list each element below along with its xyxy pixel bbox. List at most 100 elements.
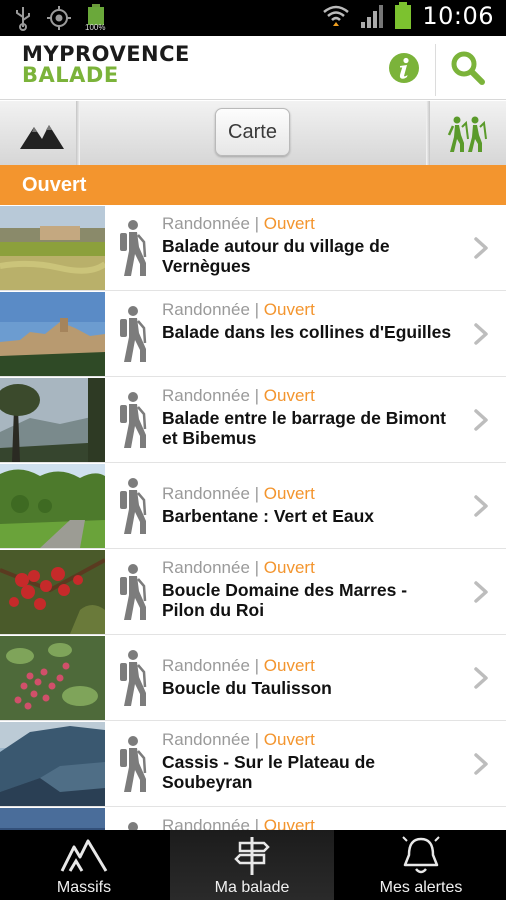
list-item[interactable]: Randonnée | Ouvert Cassis - Sur le Plate… bbox=[0, 721, 506, 807]
list-item-text: Randonnée | Ouvert Balade autour du vill… bbox=[162, 213, 452, 276]
hiker-icon bbox=[120, 564, 147, 620]
list-item-category: Randonnée | Ouvert bbox=[162, 558, 315, 577]
category-label: Randonnée bbox=[162, 656, 250, 675]
list-item-category: Randonnée | Ouvert bbox=[162, 815, 452, 830]
chevron-right-icon bbox=[474, 667, 488, 689]
status-bar: 100% 10:06 bbox=[0, 0, 506, 36]
chevron-right-icon bbox=[474, 753, 488, 775]
status-icons-right: 10:06 bbox=[322, 2, 494, 30]
app-header: MYPROVENCE BALADE bbox=[0, 36, 506, 100]
hiker-icon bbox=[120, 736, 147, 792]
status-label: Ouvert bbox=[263, 484, 315, 503]
chevron-right-icon bbox=[474, 581, 488, 603]
status-label: Ouvert bbox=[263, 214, 315, 233]
list-item-text: Randonnée | Ouvert Boucle Domaine des Ma… bbox=[162, 557, 452, 620]
list-item[interactable]: Randonnée | Ouvert Barbentane : Vert et … bbox=[0, 463, 506, 549]
wifi-icon bbox=[323, 5, 350, 26]
toolbar-divider-left bbox=[76, 101, 80, 165]
toolbar: Carte bbox=[0, 101, 506, 165]
battery-small-label: 100% bbox=[85, 23, 106, 32]
status-label: Ouvert bbox=[263, 730, 315, 749]
logo-line2: BALADE bbox=[22, 63, 119, 87]
list-item-title: Balade dans les collines d'Eguilles bbox=[162, 322, 452, 342]
list-item-text: Randonnée | Ouvert bbox=[162, 815, 452, 830]
battery-small-icon: 100% bbox=[85, 4, 108, 32]
map-button[interactable]: Carte bbox=[215, 108, 290, 156]
walk-thumbnail bbox=[0, 378, 105, 462]
category-label: Randonnée bbox=[162, 386, 250, 405]
list-item-text: Randonnée | Ouvert Barbentane : Vert et … bbox=[162, 483, 452, 526]
list-item[interactable]: Randonnée | Ouvert Boucle du Taulisson bbox=[0, 635, 506, 721]
list-item-title: Barbentane : Vert et Eaux bbox=[162, 506, 375, 526]
list-item[interactable]: Randonnée | Ouvert Balade entre le barra… bbox=[0, 377, 506, 463]
list-item[interactable]: Randonnée | Ouvert Balade autour du vill… bbox=[0, 205, 506, 291]
walk-thumbnail bbox=[0, 206, 105, 290]
list-item-text: Randonnée | Ouvert Boucle du Taulisson bbox=[162, 655, 452, 698]
toolbar-divider-right bbox=[426, 101, 430, 165]
hiker-icon bbox=[128, 822, 138, 830]
list-item[interactable]: Randonnée | Ouvert bbox=[0, 807, 506, 830]
category-label: Randonnée bbox=[162, 816, 250, 830]
tab-label: Ma balade bbox=[214, 879, 290, 896]
walk-thumbnail bbox=[0, 550, 105, 634]
app-logo: MYPROVENCE BALADE bbox=[22, 44, 190, 86]
list-item-title: Cassis - Sur le Plateau de Soubeyran bbox=[162, 752, 376, 792]
clock: 10:06 bbox=[422, 2, 494, 30]
chevron-right-icon bbox=[474, 409, 488, 431]
list-item-category: Randonnée | Ouvert bbox=[162, 300, 315, 319]
bell-icon bbox=[402, 836, 440, 874]
list-item-title: Balade autour du village de Vernègues bbox=[162, 236, 390, 276]
list-item[interactable]: Randonnée | Ouvert Balade dans les colli… bbox=[0, 291, 506, 377]
walks-list: Randonnée | Ouvert Balade autour du vill… bbox=[0, 205, 506, 830]
hiker-icon bbox=[120, 478, 147, 534]
category-label: Randonnée bbox=[162, 484, 250, 503]
battery-icon bbox=[395, 2, 412, 29]
bottom-nav: Massifs Ma balade Mes alertes bbox=[0, 830, 506, 900]
tab-label: Mes alertes bbox=[379, 879, 463, 896]
list-item-title: Boucle Domaine des Marres - Pilon du Roi bbox=[162, 580, 408, 620]
search-button[interactable] bbox=[450, 50, 486, 86]
tab-mes-alertes[interactable]: Mes alertes bbox=[336, 830, 506, 900]
list-item-text: Randonnée | Ouvert Balade entre le barra… bbox=[162, 385, 452, 448]
hiker-icon bbox=[120, 220, 147, 276]
list-item-category: Randonnée | Ouvert bbox=[162, 386, 315, 405]
walk-thumbnail bbox=[0, 292, 105, 376]
signpost-icon bbox=[234, 837, 270, 875]
signal-icon bbox=[361, 5, 384, 28]
gps-icon bbox=[47, 6, 71, 30]
walk-thumbnail bbox=[0, 636, 105, 720]
header-divider bbox=[435, 44, 436, 96]
status-label: Ouvert bbox=[263, 300, 315, 319]
massifs-icon bbox=[60, 839, 108, 872]
walk-thumbnail bbox=[0, 808, 105, 830]
info-button[interactable] bbox=[388, 52, 420, 84]
chevron-right-icon bbox=[474, 323, 488, 345]
category-label: Randonnée bbox=[162, 214, 250, 233]
list-item-category: Randonnée | Ouvert bbox=[162, 656, 315, 675]
list-item-text: Randonnée | Ouvert Cassis - Sur le Plate… bbox=[162, 729, 452, 792]
tab-ma-balade[interactable]: Ma balade bbox=[170, 830, 334, 900]
list-item-category: Randonnée | Ouvert bbox=[162, 214, 315, 233]
list-item-title: Balade entre le barrage de Bimont et Bib… bbox=[162, 408, 446, 448]
walk-thumbnail bbox=[0, 464, 105, 548]
hiker-icon bbox=[120, 650, 147, 706]
hikers-button[interactable] bbox=[444, 115, 488, 153]
category-label: Randonnée bbox=[162, 558, 250, 577]
status-label: Ouvert bbox=[263, 816, 315, 830]
tab-massifs[interactable]: Massifs bbox=[0, 830, 168, 900]
list-item-title: Boucle du Taulisson bbox=[162, 678, 332, 698]
list-item-text: Randonnée | Ouvert Balade dans les colli… bbox=[162, 299, 452, 342]
tab-label: Massifs bbox=[56, 879, 112, 896]
status-label: Ouvert bbox=[263, 386, 315, 405]
list-item-category: Randonnée | Ouvert bbox=[162, 730, 315, 749]
chevron-right-icon bbox=[474, 495, 488, 517]
usb-icon bbox=[16, 7, 30, 31]
category-label: Randonnée bbox=[162, 300, 250, 319]
status-icons-left: 100% bbox=[14, 4, 108, 32]
category-label: Randonnée bbox=[162, 730, 250, 749]
section-header: Ouvert bbox=[0, 165, 506, 205]
list-item[interactable]: Randonnée | Ouvert Boucle Domaine des Ma… bbox=[0, 549, 506, 635]
list-item-category: Randonnée | Ouvert bbox=[162, 484, 315, 503]
mountains-button[interactable] bbox=[18, 117, 66, 151]
walk-thumbnail bbox=[0, 722, 105, 806]
